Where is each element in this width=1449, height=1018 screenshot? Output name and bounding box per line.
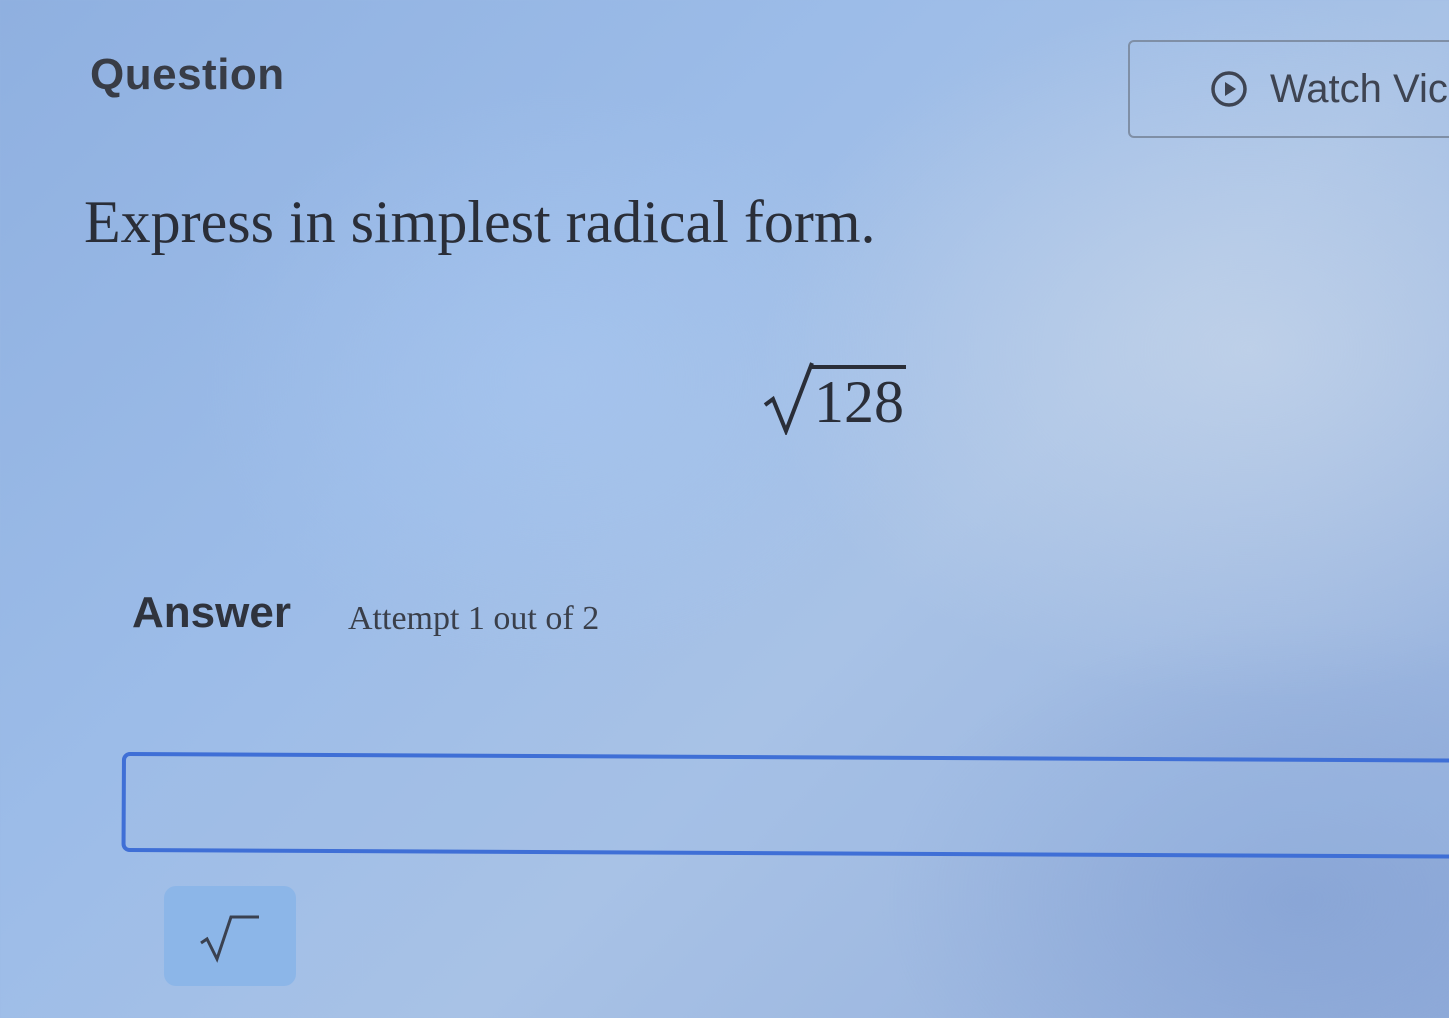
play-circle-icon (1211, 71, 1247, 107)
radical-sign-icon (763, 362, 814, 435)
watch-video-label: Watch Vic (1270, 66, 1448, 111)
radicand: 128 (812, 365, 906, 435)
attempt-counter: Attempt 1 out of 2 (348, 600, 600, 637)
square-root-icon (200, 915, 259, 963)
answer-input[interactable] (121, 752, 1449, 859)
insert-square-root-button[interactable] (164, 886, 296, 986)
answer-heading: Answer (132, 588, 291, 637)
question-prompt: Express in simplest radical form. (84, 189, 876, 255)
question-heading: Question (90, 50, 285, 99)
watch-video-button[interactable]: Watch Vic (1128, 40, 1449, 138)
radical-expression: 128 (762, 345, 906, 435)
